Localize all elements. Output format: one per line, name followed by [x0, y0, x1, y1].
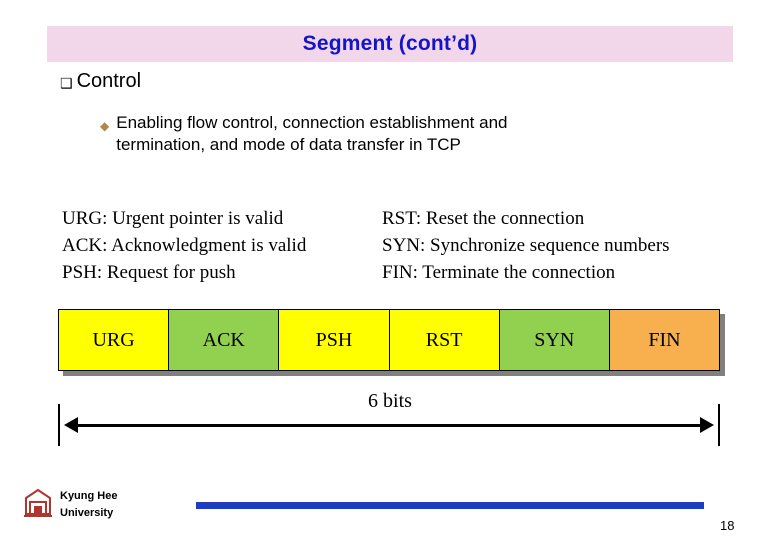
- flag-cell-urg: URG: [59, 310, 170, 370]
- flag-description-urg: URG: Urgent pointer is valid: [62, 208, 284, 229]
- flag-description-rst: RST: Reset the connection: [382, 208, 585, 229]
- bullet-level2-line2: termination, and mode of data transfer i…: [116, 135, 461, 155]
- flag-description-fin: FIN: Terminate the connection: [382, 262, 616, 283]
- flag-cell-label: FIN: [648, 328, 681, 351]
- bit-width-arrow: [58, 404, 720, 446]
- arrow-head-right-icon: [700, 417, 714, 433]
- bullet-level2-label: Enabling flow control, connection establ…: [116, 112, 507, 157]
- flag-cell-psh: PSH: [279, 310, 390, 370]
- kyung-hee-university-logo: [24, 488, 52, 517]
- bullet-square-icon: ❑: [60, 76, 73, 92]
- footer-university-line2: University: [60, 506, 114, 519]
- flag-cell-label: SYN: [534, 328, 575, 351]
- slide-title-bar: Segment (cont’d): [47, 26, 733, 62]
- flag-cell-label: RST: [425, 328, 463, 351]
- flag-cell-ack: ACK: [169, 310, 280, 370]
- bullet-diamond-icon: ◆: [100, 119, 110, 133]
- arrow-tick-left: [58, 404, 60, 446]
- arrow-tick-right: [718, 404, 720, 446]
- flag-cell-label: ACK: [202, 328, 245, 351]
- flag-description-syn: SYN: Synchronize sequence numbers: [382, 235, 670, 256]
- footer-university-name: Kyung Hee University: [60, 488, 117, 521]
- flag-description-psh: PSH: Request for push: [62, 262, 236, 283]
- footer-university-line1: Kyung Hee: [60, 490, 118, 502]
- bullet-level1: ❑ Control: [60, 70, 141, 93]
- bullet-level2-line1: Enabling flow control, connection establ…: [116, 113, 508, 132]
- flag-cell-label: URG: [92, 328, 135, 351]
- flag-description-row: PSH: Request for push FIN: Terminate the…: [62, 262, 742, 284]
- bullet-level2: ◆ Enabling flow control, connection esta…: [100, 112, 700, 157]
- page-title: Segment (cont’d): [302, 32, 478, 55]
- flag-description-row: ACK: Acknowledgment is valid SYN: Synchr…: [62, 235, 742, 257]
- flag-description-ack: ACK: Acknowledgment is valid: [62, 235, 307, 256]
- flag-cell-syn: SYN: [499, 310, 610, 370]
- footer-rule: [196, 502, 704, 509]
- flag-cell-rst: RST: [389, 310, 500, 370]
- flag-cell-fin: FIN: [609, 310, 720, 370]
- flag-cell-label: PSH: [315, 328, 353, 351]
- flag-descriptions: URG: Urgent pointer is valid RST: Reset …: [62, 208, 742, 289]
- page-number: 18: [720, 518, 735, 533]
- arrow-line: [76, 424, 702, 427]
- flag-description-row: URG: Urgent pointer is valid RST: Reset …: [62, 208, 742, 230]
- bullet-level1-label: Control: [76, 70, 142, 92]
- arrow-head-left-icon: [64, 417, 78, 433]
- flag-bar: URG ACK PSH RST SYN FIN: [58, 309, 720, 371]
